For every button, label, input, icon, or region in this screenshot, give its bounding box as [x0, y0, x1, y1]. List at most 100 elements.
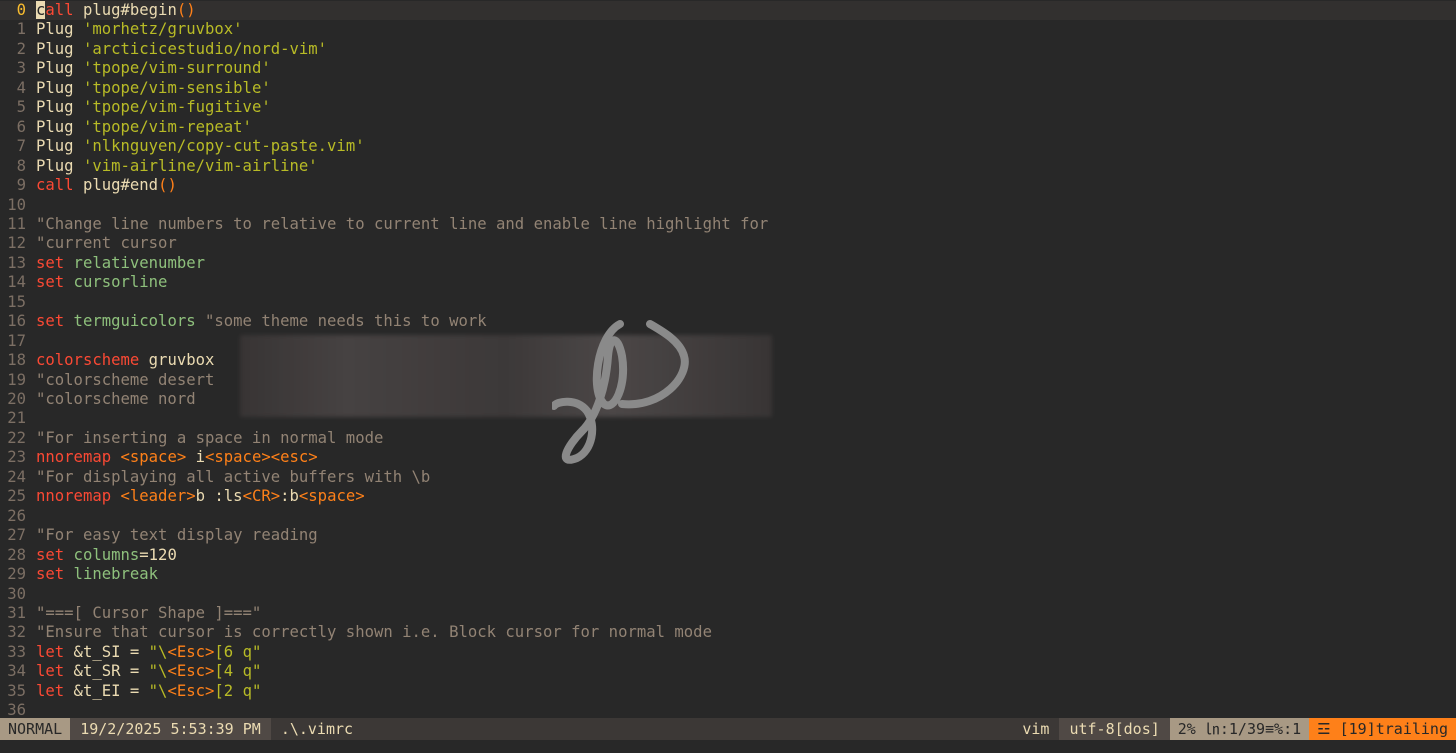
command-line[interactable]	[0, 740, 1456, 753]
code-line[interactable]: 22 "For inserting a space in normal mode	[0, 429, 1456, 448]
code-token: <space>	[298, 487, 365, 506]
code-token: Plug	[36, 137, 83, 156]
code-line[interactable]: 9 call plug#end()	[0, 176, 1456, 195]
cursor-position-display: 2% ㏑:1/39≡%:1	[1169, 718, 1310, 740]
code-token: <leader>	[120, 487, 196, 506]
code-token: [2 q"	[214, 681, 262, 700]
code-line[interactable]: 3 Plug 'tpope/vim-surround'	[0, 59, 1456, 78]
code-line[interactable]: 4 Plug 'tpope/vim-sensible'	[0, 79, 1456, 98]
code-line[interactable]: 27 "For easy text display reading	[0, 526, 1456, 545]
line-number: 16	[7, 312, 26, 331]
code-token: plug#begin	[73, 1, 177, 19]
code-line[interactable]: 36	[0, 701, 1456, 718]
code-token: 'tpope/vim-surround'	[82, 59, 271, 78]
code-token: &t_SR =	[64, 662, 149, 681]
line-number: 22	[7, 428, 26, 447]
mode-indicator: NORMAL	[0, 718, 71, 740]
code-token: 'nlknguyen/copy-cut-paste.vim'	[82, 137, 365, 156]
line-number: 33	[7, 642, 26, 661]
code-token: cursorline	[64, 273, 168, 292]
code-token: "Ensure that cursor is correctly shown i…	[36, 623, 712, 642]
code-line[interactable]: 25 nnoremap <leader>b :ls<CR>:b<space>	[0, 487, 1456, 506]
code-line[interactable]: 10	[0, 196, 1456, 215]
code-line[interactable]: 14 set cursorline	[0, 273, 1456, 292]
line-number: 13	[7, 253, 26, 272]
code-token: set	[36, 565, 65, 584]
code-line[interactable]: 23 nnoremap <space> i<space><esc>	[0, 448, 1456, 467]
code-line[interactable]: 0 call plug#begin()	[0, 1, 1456, 21]
line-content: Plug 'tpope/vim-repeat'	[36, 118, 252, 136]
line-number: 10	[7, 195, 26, 214]
code-line[interactable]: 5 Plug 'tpope/vim-fugitive'	[0, 98, 1456, 117]
code-token: "\	[148, 642, 168, 661]
code-token: &t_SI =	[64, 642, 149, 661]
code-token: [4 q"	[214, 662, 262, 681]
code-token: <space>	[120, 448, 187, 467]
line-content: set termguicolors "some theme needs this…	[36, 312, 487, 330]
code-line[interactable]: 2 Plug 'arcticicestudio/nord-vim'	[0, 40, 1456, 59]
code-token: Plug	[36, 98, 83, 117]
line-content: "colorscheme desert	[36, 371, 214, 389]
code-token: 'tpope/vim-sensible'	[82, 78, 271, 97]
code-line[interactable]: 24 "For displaying all active buffers wit…	[0, 468, 1456, 487]
code-token: linebreak	[64, 565, 159, 584]
code-line[interactable]: 26	[0, 507, 1456, 526]
code-token: &t_EI =	[64, 681, 149, 700]
code-token: "some theme needs this to work	[195, 312, 487, 331]
code-line[interactable]: 13 set relativenumber	[0, 254, 1456, 273]
code-token: <Esc>	[167, 681, 215, 700]
line-content: Plug 'nlknguyen/copy-cut-paste.vim'	[36, 137, 365, 155]
code-token: <space><esc>	[205, 448, 318, 467]
code-line[interactable]: 15	[0, 293, 1456, 312]
code-line[interactable]: 11 "Change line numbers to relative to cu…	[0, 215, 1456, 234]
line-number: 9	[16, 176, 26, 195]
code-token: "For easy text display reading	[36, 526, 318, 545]
line-number: 25	[7, 487, 26, 506]
code-token: let	[36, 681, 65, 700]
line-content: nnoremap <space> i<space><esc>	[36, 448, 318, 466]
code-token: termguicolors	[64, 312, 196, 331]
code-token: Plug	[36, 20, 83, 39]
line-content: call plug#end()	[36, 176, 177, 194]
code-token: 'morhetz/gruvbox'	[82, 20, 243, 39]
code-line[interactable]: 7 Plug 'nlknguyen/copy-cut-paste.vim'	[0, 137, 1456, 156]
code-token: i	[186, 448, 205, 467]
line-content: colorscheme gruvbox	[36, 351, 214, 369]
code-line[interactable]: 31 "===[ Cursor Shape ]==="	[0, 604, 1456, 623]
line-number: 26	[7, 506, 26, 525]
code-line[interactable]: 34 let &t_SR = "\<Esc>[4 q"	[0, 662, 1456, 681]
code-token: b :ls	[195, 487, 243, 506]
line-number: 35	[7, 681, 26, 700]
line-number: 34	[7, 662, 26, 681]
code-line[interactable]: 12 "current cursor	[0, 234, 1456, 253]
code-token: 120	[148, 545, 177, 564]
code-line[interactable]: 6 Plug 'tpope/vim-repeat'	[0, 118, 1456, 137]
code-line[interactable]: 28 set columns=120	[0, 546, 1456, 565]
code-token: <Esc>	[167, 642, 215, 661]
line-number: 29	[7, 565, 26, 584]
code-line[interactable]: 29 set linebreak	[0, 565, 1456, 584]
code-token: "current cursor	[36, 234, 177, 253]
line-number: 4	[16, 78, 26, 97]
code-line[interactable]: 1 Plug 'morhetz/gruvbox'	[0, 20, 1456, 39]
line-content: "Change line numbers to relative to curr…	[36, 215, 768, 233]
line-content: Plug 'tpope/vim-fugitive'	[36, 98, 271, 116]
line-number: 23	[7, 448, 26, 467]
line-number: 8	[16, 156, 26, 175]
code-token: <CR>	[242, 487, 281, 506]
line-number: 24	[7, 467, 26, 486]
code-token: [6 q"	[214, 642, 262, 661]
line-content: "For inserting a space in normal mode	[36, 429, 383, 447]
code-line[interactable]: 33 let &t_SI = "\<Esc>[6 q"	[0, 643, 1456, 662]
code-token: :b	[280, 487, 299, 506]
code-line[interactable]: 30	[0, 585, 1456, 604]
line-number: 21	[7, 409, 26, 428]
code-token: Plug	[36, 59, 83, 78]
code-line[interactable]: 8 Plug 'vim-airline/vim-airline'	[0, 157, 1456, 176]
filename-display: .\.vimrc	[280, 720, 354, 738]
cursor: c	[36, 1, 46, 19]
code-line[interactable]: 32 "Ensure that cursor is correctly shown…	[0, 623, 1456, 642]
code-token: let	[36, 642, 65, 661]
code-line[interactable]: 35 let &t_EI = "\<Esc>[2 q"	[0, 682, 1456, 701]
code-line[interactable]: 16 set termguicolors "some theme needs th…	[0, 312, 1456, 331]
